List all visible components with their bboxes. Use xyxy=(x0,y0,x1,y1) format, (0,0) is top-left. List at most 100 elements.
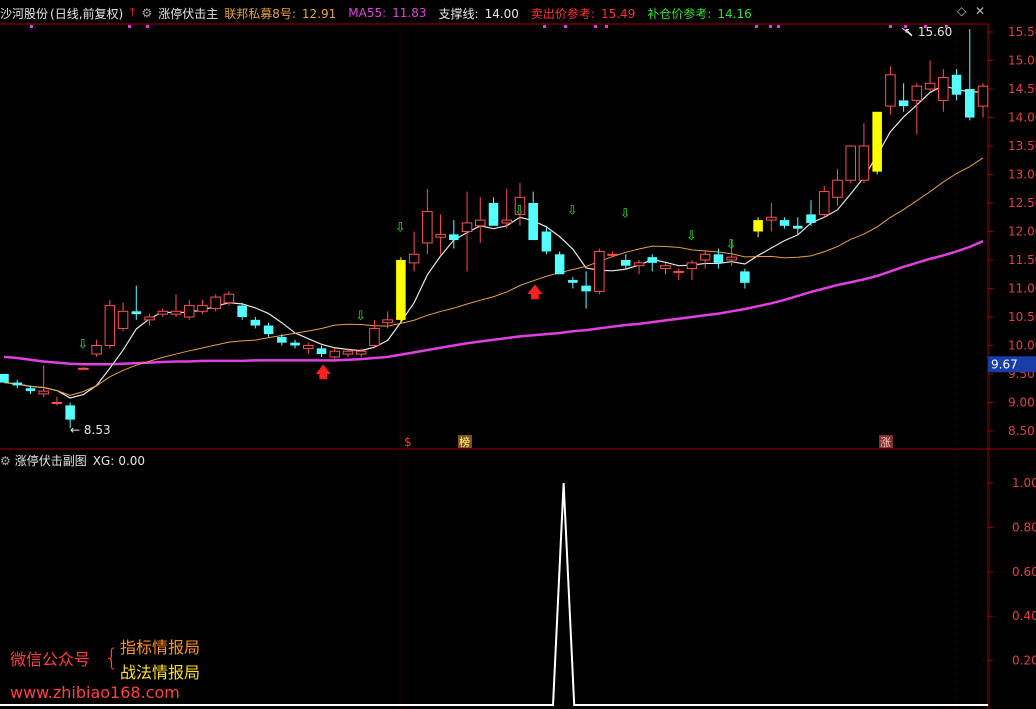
candle xyxy=(779,217,790,229)
xg-label: XG: xyxy=(92,453,115,468)
candle xyxy=(369,319,380,349)
watermark-line2: 战法情报局 xyxy=(120,663,201,682)
candle xyxy=(117,302,129,332)
up-arrow-icon: 🡑 xyxy=(129,4,136,19)
close-icon[interactable]: ✕ xyxy=(975,4,985,18)
candle xyxy=(0,374,9,383)
candle-body xyxy=(581,285,591,292)
candle-body xyxy=(277,336,287,343)
candle-body xyxy=(475,219,486,227)
red-up-arrow-icon: 🡅 xyxy=(316,363,332,381)
marker-s: $ xyxy=(404,435,412,449)
candle-body xyxy=(78,367,89,370)
candle xyxy=(845,145,856,184)
candle-body xyxy=(793,225,803,229)
candle xyxy=(396,257,406,323)
buy-arrow-icon: ⇩ xyxy=(686,229,697,244)
candle-body xyxy=(422,211,433,244)
candle xyxy=(898,83,909,112)
candle-body xyxy=(621,260,631,266)
candle-body xyxy=(488,203,499,226)
candle xyxy=(488,197,499,226)
signal-dot xyxy=(564,25,567,28)
buy-arrow-icon: ⇩ xyxy=(355,309,366,324)
candle xyxy=(673,268,684,280)
candle xyxy=(951,69,962,101)
stock-name[interactable]: 沙河股份 xyxy=(0,5,48,22)
candle-body xyxy=(51,402,63,404)
candle-body xyxy=(117,310,129,329)
ma55-path xyxy=(3,240,984,366)
candle-body xyxy=(686,262,698,270)
price-tick-label: 15.50 xyxy=(1008,25,1036,39)
candle-body xyxy=(316,348,327,355)
price-tick-label: 12.00 xyxy=(1008,225,1036,239)
candle xyxy=(924,60,936,92)
candle xyxy=(475,197,486,243)
watermark-url[interactable]: www.zhibiao168.com xyxy=(10,683,180,702)
sub-tick-label: 0.20 xyxy=(1012,654,1036,668)
ind-label-4: 补仓价参考: 14.16 xyxy=(647,6,752,21)
price-tick-label: 10.00 xyxy=(1008,339,1036,353)
signal-dot xyxy=(945,25,948,28)
price-tick-label: 14.00 xyxy=(1008,111,1036,125)
signal-dot xyxy=(777,25,780,28)
candle-body xyxy=(355,350,367,355)
candle-body xyxy=(818,191,830,215)
low-label: ← 8.53 xyxy=(70,423,111,437)
candle-body xyxy=(951,74,962,95)
candle-body xyxy=(0,374,9,383)
settings-icon[interactable]: ⚙ xyxy=(141,6,152,20)
candle xyxy=(408,231,420,272)
candle-body xyxy=(806,214,816,223)
candle-body xyxy=(197,305,208,312)
candle-body xyxy=(647,257,658,263)
candle xyxy=(91,339,102,357)
candle-body xyxy=(12,382,22,386)
candle-body xyxy=(726,256,737,261)
candle xyxy=(832,168,843,206)
marker-bang: 榜 xyxy=(459,435,470,449)
sub-settings-icon[interactable]: ⚙ xyxy=(0,454,11,468)
candle xyxy=(699,251,711,269)
signal-dot xyxy=(889,25,892,28)
price-tick-label: 11.00 xyxy=(1008,282,1036,296)
candle xyxy=(607,251,618,258)
candle xyxy=(740,268,750,289)
candle xyxy=(157,308,169,317)
candle-body xyxy=(554,254,565,275)
period-mode[interactable]: (日线,前复权) xyxy=(50,5,123,22)
ma55-line xyxy=(3,240,984,366)
candle xyxy=(290,339,300,349)
candle xyxy=(144,314,155,326)
candle-body xyxy=(25,388,36,392)
signal-dot xyxy=(924,25,927,28)
chart-canvas[interactable]: ⇩ ⇩ ⇩ ⇩ ⇩ ⇩ ⇩ ⇩ 🡅 🡅 ↖ 15.60 ← 8.53 $ 榜 涨 15.50 15.00 14.… xyxy=(0,0,1036,709)
candle xyxy=(660,262,671,275)
xg-value: 0.00 xyxy=(118,453,146,468)
signal-dot xyxy=(594,25,597,28)
diamond-icon[interactable]: ◇ xyxy=(957,4,966,18)
watermark-wechat: 微信公众号 xyxy=(10,650,91,669)
sub-indicator-name[interactable]: 涨停伏击副图 xyxy=(15,452,87,469)
candle xyxy=(528,191,538,241)
price-tick-label: 8.50 xyxy=(1008,424,1035,438)
candle-body xyxy=(779,220,790,226)
candle xyxy=(131,285,142,320)
candle-body xyxy=(396,260,406,320)
candle-body xyxy=(898,100,909,107)
indicator-name[interactable]: 涨停伏击主 xyxy=(158,5,218,22)
ind-label-0: 联邦私募8号: 12.91 xyxy=(224,6,337,21)
candle xyxy=(303,342,314,355)
candle-body xyxy=(303,345,314,349)
candle-body xyxy=(938,77,949,101)
candle xyxy=(581,271,591,309)
candle xyxy=(647,254,658,272)
candle-body xyxy=(528,203,538,241)
candle xyxy=(104,299,116,349)
buy-arrow-icon: ⇩ xyxy=(726,238,737,253)
candle-body xyxy=(872,111,882,172)
candle-body xyxy=(740,271,750,283)
candle xyxy=(12,379,22,389)
sub-tick-label: 0.80 xyxy=(1012,520,1036,534)
